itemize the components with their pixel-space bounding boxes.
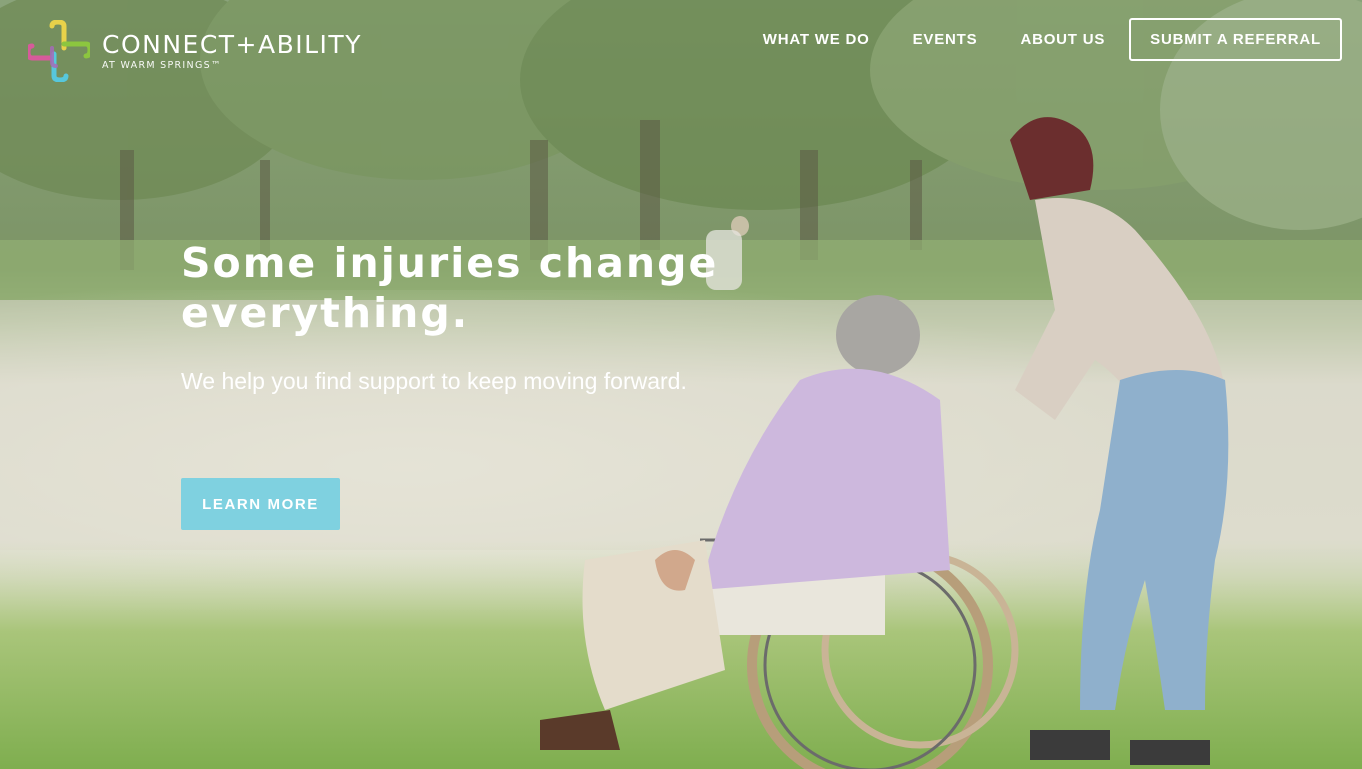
learn-more-button[interactable]: LEARN MORE <box>181 478 340 530</box>
hero-headline: Some injuries change everything. <box>181 239 719 337</box>
submit-referral-button[interactable]: SUBMIT A REFERRAL <box>1129 18 1342 61</box>
nav-link-events[interactable]: EVENTS <box>913 31 978 48</box>
logo-tagline: AT WARM SPRINGS™ <box>102 59 222 71</box>
hero-subheadline: We help you find support to keep moving … <box>181 368 687 394</box>
nav-link-about-us[interactable]: ABOUT US <box>1020 31 1105 48</box>
main-nav: WHAT WE DO EVENTS ABOUT US SUBMIT A REFE… <box>720 18 1342 61</box>
cross-logo-icon <box>28 20 90 82</box>
hero-section: CONNECT+ABILITY AT WARM SPRINGS™ WHAT WE… <box>0 0 1362 769</box>
nav-link-what-we-do[interactable]: WHAT WE DO <box>763 31 870 48</box>
logo-name: CONNECT+ABILITY <box>102 29 362 59</box>
site-logo[interactable]: CONNECT+ABILITY AT WARM SPRINGS™ <box>28 20 362 82</box>
